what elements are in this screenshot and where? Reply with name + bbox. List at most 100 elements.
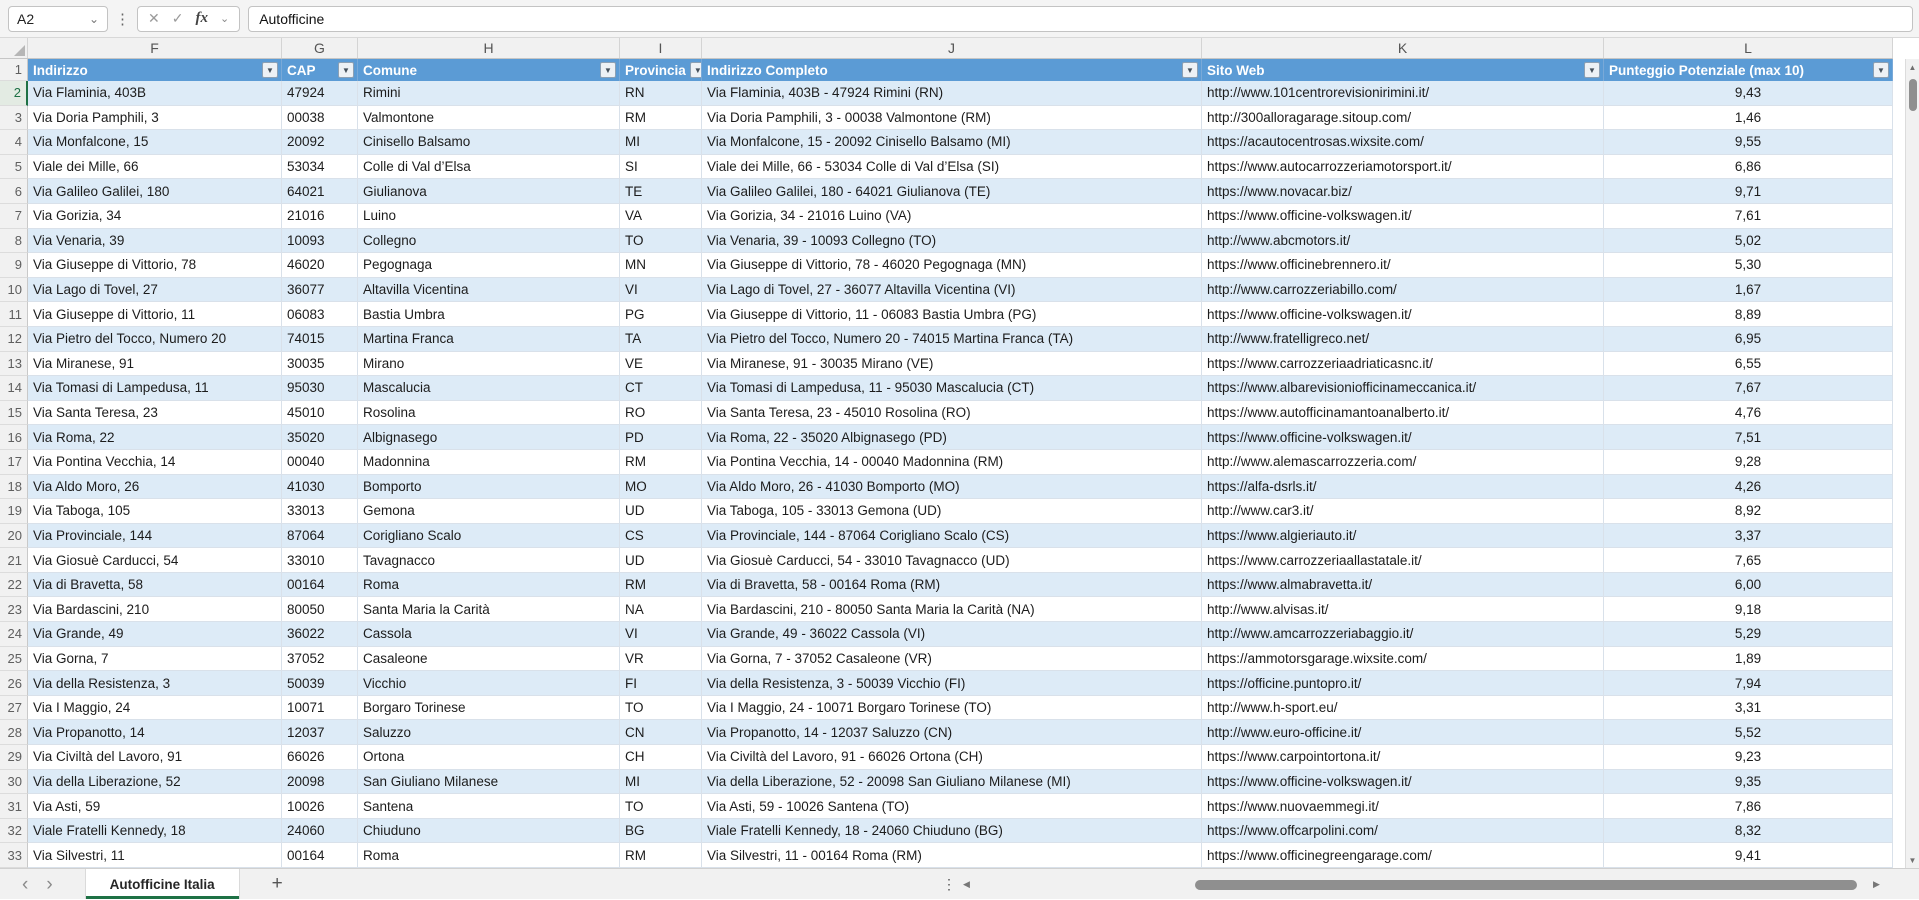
cell-K19[interactable]: http://www.car3.it/ bbox=[1202, 499, 1604, 524]
row-header-7[interactable]: 7 bbox=[0, 204, 28, 229]
cell-G28[interactable]: 12037 bbox=[282, 720, 358, 745]
cell-I15[interactable]: RO bbox=[620, 401, 702, 426]
insert-function-fx-icon[interactable]: fx bbox=[195, 10, 208, 27]
cell-G2[interactable]: 47924 bbox=[282, 81, 358, 106]
cell-F26[interactable]: Via della Resistenza, 3 bbox=[28, 671, 282, 696]
cell-K21[interactable]: https://www.carrozzeriaallastatale.it/ bbox=[1202, 548, 1604, 573]
row-header-19[interactable]: 19 bbox=[0, 499, 28, 524]
cell-G30[interactable]: 20098 bbox=[282, 770, 358, 795]
cell-I28[interactable]: CN bbox=[620, 720, 702, 745]
cell-I16[interactable]: PD bbox=[620, 425, 702, 450]
header-cell-J[interactable]: Indirizzo Completo▼ bbox=[702, 59, 1202, 81]
cell-G32[interactable]: 24060 bbox=[282, 819, 358, 844]
chevron-down-icon[interactable]: ⌄ bbox=[89, 13, 99, 25]
cell-I14[interactable]: CT bbox=[620, 376, 702, 401]
row-header-30[interactable]: 30 bbox=[0, 770, 28, 795]
cell-K32[interactable]: https://www.offcarpolini.com/ bbox=[1202, 819, 1604, 844]
cell-F3[interactable]: Via Doria Pamphili, 3 bbox=[28, 106, 282, 131]
cell-K4[interactable]: https://acautocentrosas.wixsite.com/ bbox=[1202, 130, 1604, 155]
cell-J2[interactable]: Via Flaminia, 403B - 47924 Rimini (RN) bbox=[702, 81, 1202, 106]
cell-H10[interactable]: Altavilla Vicentina bbox=[358, 278, 620, 303]
cell-L27[interactable]: 3,31 bbox=[1604, 696, 1893, 721]
cell-F4[interactable]: Via Monfalcone, 15 bbox=[28, 130, 282, 155]
enter-check-icon[interactable]: ✓ bbox=[172, 10, 184, 27]
cell-J9[interactable]: Via Giuseppe di Vittorio, 78 - 46020 Peg… bbox=[702, 253, 1202, 278]
cell-J27[interactable]: Via I Maggio, 24 - 10071 Borgaro Torines… bbox=[702, 696, 1202, 721]
column-header-K[interactable]: K bbox=[1202, 38, 1604, 58]
cell-H3[interactable]: Valmontone bbox=[358, 106, 620, 131]
cell-L22[interactable]: 6,00 bbox=[1604, 573, 1893, 598]
scroll-down-icon[interactable]: ▼ bbox=[1906, 852, 1919, 868]
cell-L17[interactable]: 9,28 bbox=[1604, 450, 1893, 475]
cell-G7[interactable]: 21016 bbox=[282, 204, 358, 229]
cell-L28[interactable]: 5,52 bbox=[1604, 720, 1893, 745]
cell-F27[interactable]: Via I Maggio, 24 bbox=[28, 696, 282, 721]
cell-G26[interactable]: 50039 bbox=[282, 671, 358, 696]
cell-L13[interactable]: 6,55 bbox=[1604, 352, 1893, 377]
cell-G31[interactable]: 10026 bbox=[282, 794, 358, 819]
row-header-31[interactable]: 31 bbox=[0, 794, 28, 819]
cell-K28[interactable]: http://www.euro-officine.it/ bbox=[1202, 720, 1604, 745]
chevron-down-icon[interactable]: ⌄ bbox=[220, 12, 229, 25]
header-cell-H[interactable]: Comune▼ bbox=[358, 59, 620, 81]
cell-F25[interactable]: Via Gorna, 7 bbox=[28, 647, 282, 672]
cell-I3[interactable]: RM bbox=[620, 106, 702, 131]
cell-L31[interactable]: 7,86 bbox=[1604, 794, 1893, 819]
cell-H23[interactable]: Santa Maria la Carità bbox=[358, 597, 620, 622]
cell-K26[interactable]: https://officine.puntopro.it/ bbox=[1202, 671, 1604, 696]
cell-G25[interactable]: 37052 bbox=[282, 647, 358, 672]
hscroll-left-icon[interactable]: ◀ bbox=[963, 869, 970, 900]
cell-H24[interactable]: Cassola bbox=[358, 622, 620, 647]
cell-H17[interactable]: Madonnina bbox=[358, 450, 620, 475]
cell-I19[interactable]: UD bbox=[620, 499, 702, 524]
cell-K27[interactable]: http://www.h-sport.eu/ bbox=[1202, 696, 1604, 721]
cell-J24[interactable]: Via Grande, 49 - 36022 Cassola (VI) bbox=[702, 622, 1202, 647]
horizontal-scrollbar[interactable] bbox=[985, 869, 1865, 900]
row-header-26[interactable]: 26 bbox=[0, 671, 28, 696]
cell-G21[interactable]: 33010 bbox=[282, 548, 358, 573]
row-header-18[interactable]: 18 bbox=[0, 475, 28, 500]
cell-H19[interactable]: Gemona bbox=[358, 499, 620, 524]
cell-J23[interactable]: Via Bardascini, 210 - 80050 Santa Maria … bbox=[702, 597, 1202, 622]
row-header-22[interactable]: 22 bbox=[0, 573, 28, 598]
cell-G33[interactable]: 00164 bbox=[282, 843, 358, 868]
cell-G18[interactable]: 41030 bbox=[282, 475, 358, 500]
cell-K16[interactable]: https://www.officine-volkswagen.it/ bbox=[1202, 425, 1604, 450]
row-header-8[interactable]: 8 bbox=[0, 229, 28, 254]
cell-J17[interactable]: Via Pontina Vecchia, 14 - 00040 Madonnin… bbox=[702, 450, 1202, 475]
add-sheet-button[interactable]: + bbox=[272, 873, 283, 895]
cell-H4[interactable]: Cinisello Balsamo bbox=[358, 130, 620, 155]
cell-H33[interactable]: Roma bbox=[358, 843, 620, 868]
cell-J13[interactable]: Via Miranese, 91 - 30035 Mirano (VE) bbox=[702, 352, 1202, 377]
sheet-nav-left-icon[interactable]: ‹ bbox=[22, 875, 28, 894]
cell-L26[interactable]: 7,94 bbox=[1604, 671, 1893, 696]
cell-G5[interactable]: 53034 bbox=[282, 155, 358, 180]
cell-J21[interactable]: Via Giosuè Carducci, 54 - 33010 Tavagnac… bbox=[702, 548, 1202, 573]
cell-H8[interactable]: Collegno bbox=[358, 229, 620, 254]
cell-L3[interactable]: 1,46 bbox=[1604, 106, 1893, 131]
filter-button-L[interactable]: ▼ bbox=[1873, 62, 1889, 78]
cell-G17[interactable]: 00040 bbox=[282, 450, 358, 475]
cell-G8[interactable]: 10093 bbox=[282, 229, 358, 254]
cell-K25[interactable]: https://ammotorsgarage.wixsite.com/ bbox=[1202, 647, 1604, 672]
header-cell-F[interactable]: Indirizzo▼ bbox=[28, 59, 282, 81]
row-header-17[interactable]: 17 bbox=[0, 450, 28, 475]
cell-L5[interactable]: 6,86 bbox=[1604, 155, 1893, 180]
cell-J5[interactable]: Viale dei Mille, 66 - 53034 Colle di Val… bbox=[702, 155, 1202, 180]
header-cell-I[interactable]: Provincia▼ bbox=[620, 59, 702, 81]
cell-F11[interactable]: Via Giuseppe di Vittorio, 11 bbox=[28, 302, 282, 327]
cell-K29[interactable]: https://www.carpointortona.it/ bbox=[1202, 745, 1604, 770]
cell-K18[interactable]: https://alfa-dsrls.it/ bbox=[1202, 475, 1604, 500]
cell-H2[interactable]: Rimini bbox=[358, 81, 620, 106]
cell-G15[interactable]: 45010 bbox=[282, 401, 358, 426]
cell-H15[interactable]: Rosolina bbox=[358, 401, 620, 426]
row-header-32[interactable]: 32 bbox=[0, 819, 28, 844]
cell-I17[interactable]: RM bbox=[620, 450, 702, 475]
row-header-28[interactable]: 28 bbox=[0, 720, 28, 745]
cell-K3[interactable]: http://300alloragarage.sitoup.com/ bbox=[1202, 106, 1604, 131]
cell-G29[interactable]: 66026 bbox=[282, 745, 358, 770]
cell-I2[interactable]: RN bbox=[620, 81, 702, 106]
cell-G20[interactable]: 87064 bbox=[282, 524, 358, 549]
cell-H27[interactable]: Borgaro Torinese bbox=[358, 696, 620, 721]
row-header-1[interactable]: 1 bbox=[0, 59, 28, 81]
